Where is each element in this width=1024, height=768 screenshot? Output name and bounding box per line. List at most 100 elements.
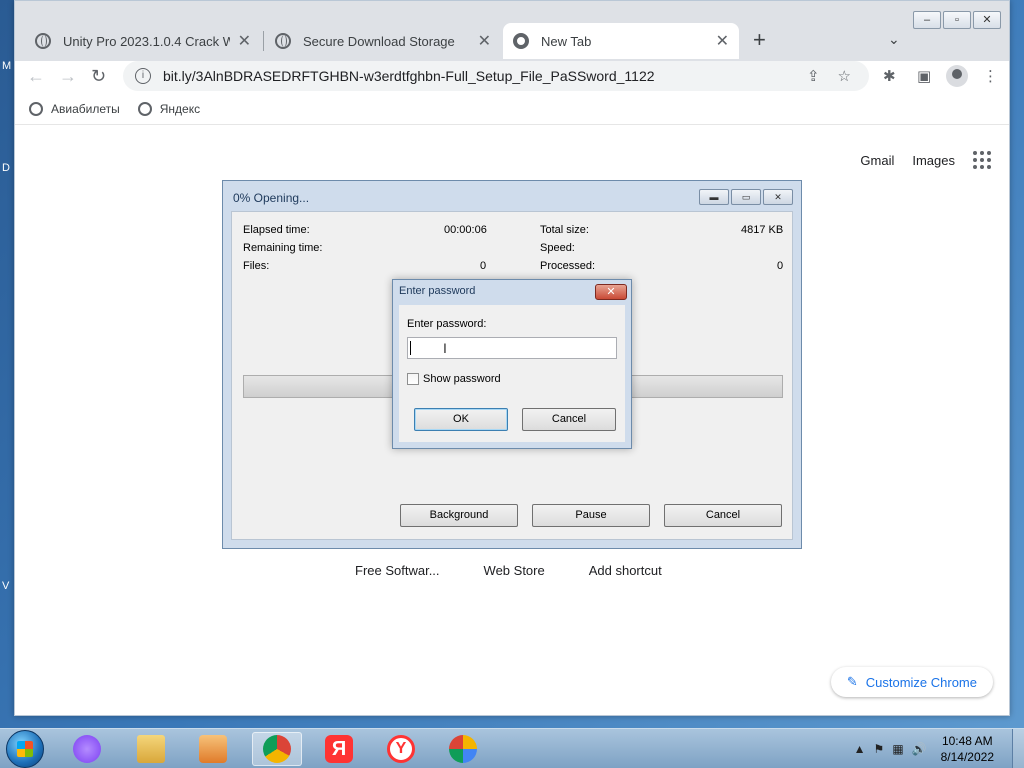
close-tab-icon[interactable]: ✕: [716, 31, 729, 51]
clock[interactable]: 10:48 AM 8/14/2022: [941, 733, 994, 765]
taskbar-chrome[interactable]: [252, 732, 302, 766]
tab-title: Unity Pro 2023.1.0.4 Crack With: [63, 33, 230, 49]
url-text: bit.ly/3AlnBDRASEDRFTGHBN-w3erdtfghbn-Fu…: [163, 68, 655, 84]
menu-icon[interactable]: ⋮: [983, 67, 998, 85]
password-dialog-title: Enter password: [399, 285, 476, 297]
back-button[interactable]: ←: [27, 66, 45, 87]
globe-icon: [35, 33, 51, 49]
share-icon[interactable]: ⇪: [807, 67, 820, 85]
extensions-icon[interactable]: ✱: [883, 67, 896, 85]
globe-icon: [137, 101, 152, 116]
desktop-icon-label: D: [2, 162, 10, 174]
tab-secure-download[interactable]: Secure Download Storage ✕: [265, 23, 501, 59]
apps-grid-icon[interactable]: [973, 151, 991, 169]
tab-title: Secure Download Storage: [303, 33, 455, 49]
file-explorer-icon: [137, 735, 165, 763]
yandex-browser-icon: Y: [387, 735, 415, 763]
chrome-icon: [513, 33, 529, 49]
customize-label: Customize Chrome: [865, 674, 977, 690]
close-icon[interactable]: ✕: [595, 284, 627, 300]
taskbar-alice[interactable]: [62, 732, 112, 766]
shortcut-add[interactable]: Add shortcut: [589, 563, 662, 578]
show-password-label: Show password: [423, 373, 501, 385]
tab-search-button[interactable]: ⌄: [888, 31, 900, 48]
total-size-label: Total size:: [540, 224, 589, 236]
bookmark-star-icon[interactable]: ☆: [838, 67, 851, 85]
clock-time: 10:48 AM: [941, 734, 993, 748]
forward-button[interactable]: →: [59, 66, 77, 87]
ntp-header-links: Gmail Images: [860, 151, 991, 169]
tab-strip: Unity Pro 2023.1.0.4 Crack With ✕ Secure…: [15, 1, 1009, 61]
taskbar-explorer[interactable]: [126, 732, 176, 766]
reload-button[interactable]: ↻: [91, 66, 106, 87]
new-tab-button[interactable]: +: [753, 29, 766, 51]
tab-unity[interactable]: Unity Pro 2023.1.0.4 Crack With ✕: [25, 23, 261, 59]
show-desktop-button[interactable]: [1012, 729, 1024, 768]
window-controls: – ▫ ✕: [913, 11, 1001, 29]
side-panel-icon[interactable]: ▣: [917, 67, 931, 85]
close-tab-icon[interactable]: ✕: [238, 31, 251, 51]
taskbar-360[interactable]: [438, 732, 488, 766]
close-tab-icon[interactable]: ✕: [478, 31, 491, 51]
action-center-icon[interactable]: ⚑: [874, 742, 885, 756]
media-player-icon: [199, 735, 227, 763]
volume-icon[interactable]: 🔊: [912, 742, 927, 756]
tab-new-tab[interactable]: New Tab ✕: [503, 23, 739, 59]
globe-icon: [29, 101, 43, 116]
chrome-icon: [263, 735, 291, 763]
background-button[interactable]: Background: [400, 504, 518, 527]
maximize-button[interactable]: ▭: [731, 189, 761, 205]
taskbar-yandex[interactable]: Я: [314, 732, 364, 766]
show-hidden-icons-icon[interactable]: ▲: [854, 742, 866, 756]
tray-icons: ▲ ⚑ ▦ 🔊: [854, 742, 927, 756]
taskbar-yandex-browser[interactable]: Y: [376, 732, 426, 766]
gmail-link[interactable]: Gmail: [860, 153, 894, 168]
minimize-button[interactable]: ▬: [699, 189, 729, 205]
bookmark-label: Яндекс: [159, 101, 201, 116]
close-button[interactable]: ✕: [763, 189, 793, 205]
ntp-shortcuts: Free Softwar... Web Store Add shortcut: [355, 563, 662, 578]
shortcut-web-store[interactable]: Web Store: [484, 563, 545, 578]
show-password-checkbox[interactable]: Show password: [407, 373, 501, 385]
360-icon: [449, 735, 477, 763]
files-value: 0: [480, 260, 487, 272]
maximize-button[interactable]: ▫: [943, 11, 971, 29]
speed-label: Speed:: [540, 242, 575, 254]
processed-value: 0: [777, 260, 784, 272]
network-icon[interactable]: ▦: [892, 742, 903, 756]
bookmark-aviabilety[interactable]: Авиабилеты: [29, 101, 120, 116]
bookmarks-bar: Авиабилеты Яндекс: [15, 93, 1009, 125]
extraction-title: 0% Opening...: [233, 191, 310, 205]
system-tray: ▲ ⚑ ▦ 🔊 10:48 AM 8/14/2022: [854, 729, 1024, 768]
password-cancel-button[interactable]: Cancel: [522, 408, 616, 431]
password-label: Enter password:: [407, 318, 487, 330]
pause-button[interactable]: Pause: [532, 504, 650, 527]
elapsed-value: 00:00:06: [444, 224, 487, 236]
taskbar-media-player[interactable]: [188, 732, 238, 766]
ok-button[interactable]: OK: [414, 408, 508, 431]
images-link[interactable]: Images: [912, 153, 955, 168]
checkbox-box[interactable]: [407, 373, 419, 385]
tab-title: New Tab: [541, 33, 592, 49]
pencil-icon: ✎: [846, 674, 858, 689]
shortcut-free-software[interactable]: Free Softwar...: [355, 563, 440, 578]
address-bar[interactable]: i bit.ly/3AlnBDRASEDRFTGHBN-w3erdtfghbn-…: [123, 61, 869, 91]
site-info-icon[interactable]: i: [135, 68, 151, 84]
customize-chrome-button[interactable]: ✎ Customize Chrome: [830, 667, 993, 697]
total-size-value: 4817 KB: [741, 224, 784, 236]
clock-date: 8/14/2022: [940, 750, 994, 764]
alice-icon: [73, 735, 101, 763]
yandex-icon: Я: [325, 735, 353, 763]
start-button[interactable]: [6, 730, 44, 768]
close-window-button[interactable]: ✕: [973, 11, 1001, 29]
desktop-icon-label: V: [2, 580, 10, 592]
password-input[interactable]: [407, 337, 617, 359]
taskbar: Я Y ▲ ⚑ ▦ 🔊 10:48 AM 8/14/2022: [0, 728, 1024, 768]
ibeam-cursor-icon: I: [443, 340, 447, 356]
cancel-extraction-button[interactable]: Cancel: [664, 504, 782, 527]
minimize-button[interactable]: –: [913, 11, 941, 29]
profile-avatar[interactable]: [946, 65, 968, 87]
password-dialog-body: Enter password: I Show password OK Cance…: [399, 305, 625, 442]
bookmark-label: Авиабилеты: [51, 101, 120, 116]
bookmark-yandex[interactable]: Яндекс: [137, 101, 201, 116]
